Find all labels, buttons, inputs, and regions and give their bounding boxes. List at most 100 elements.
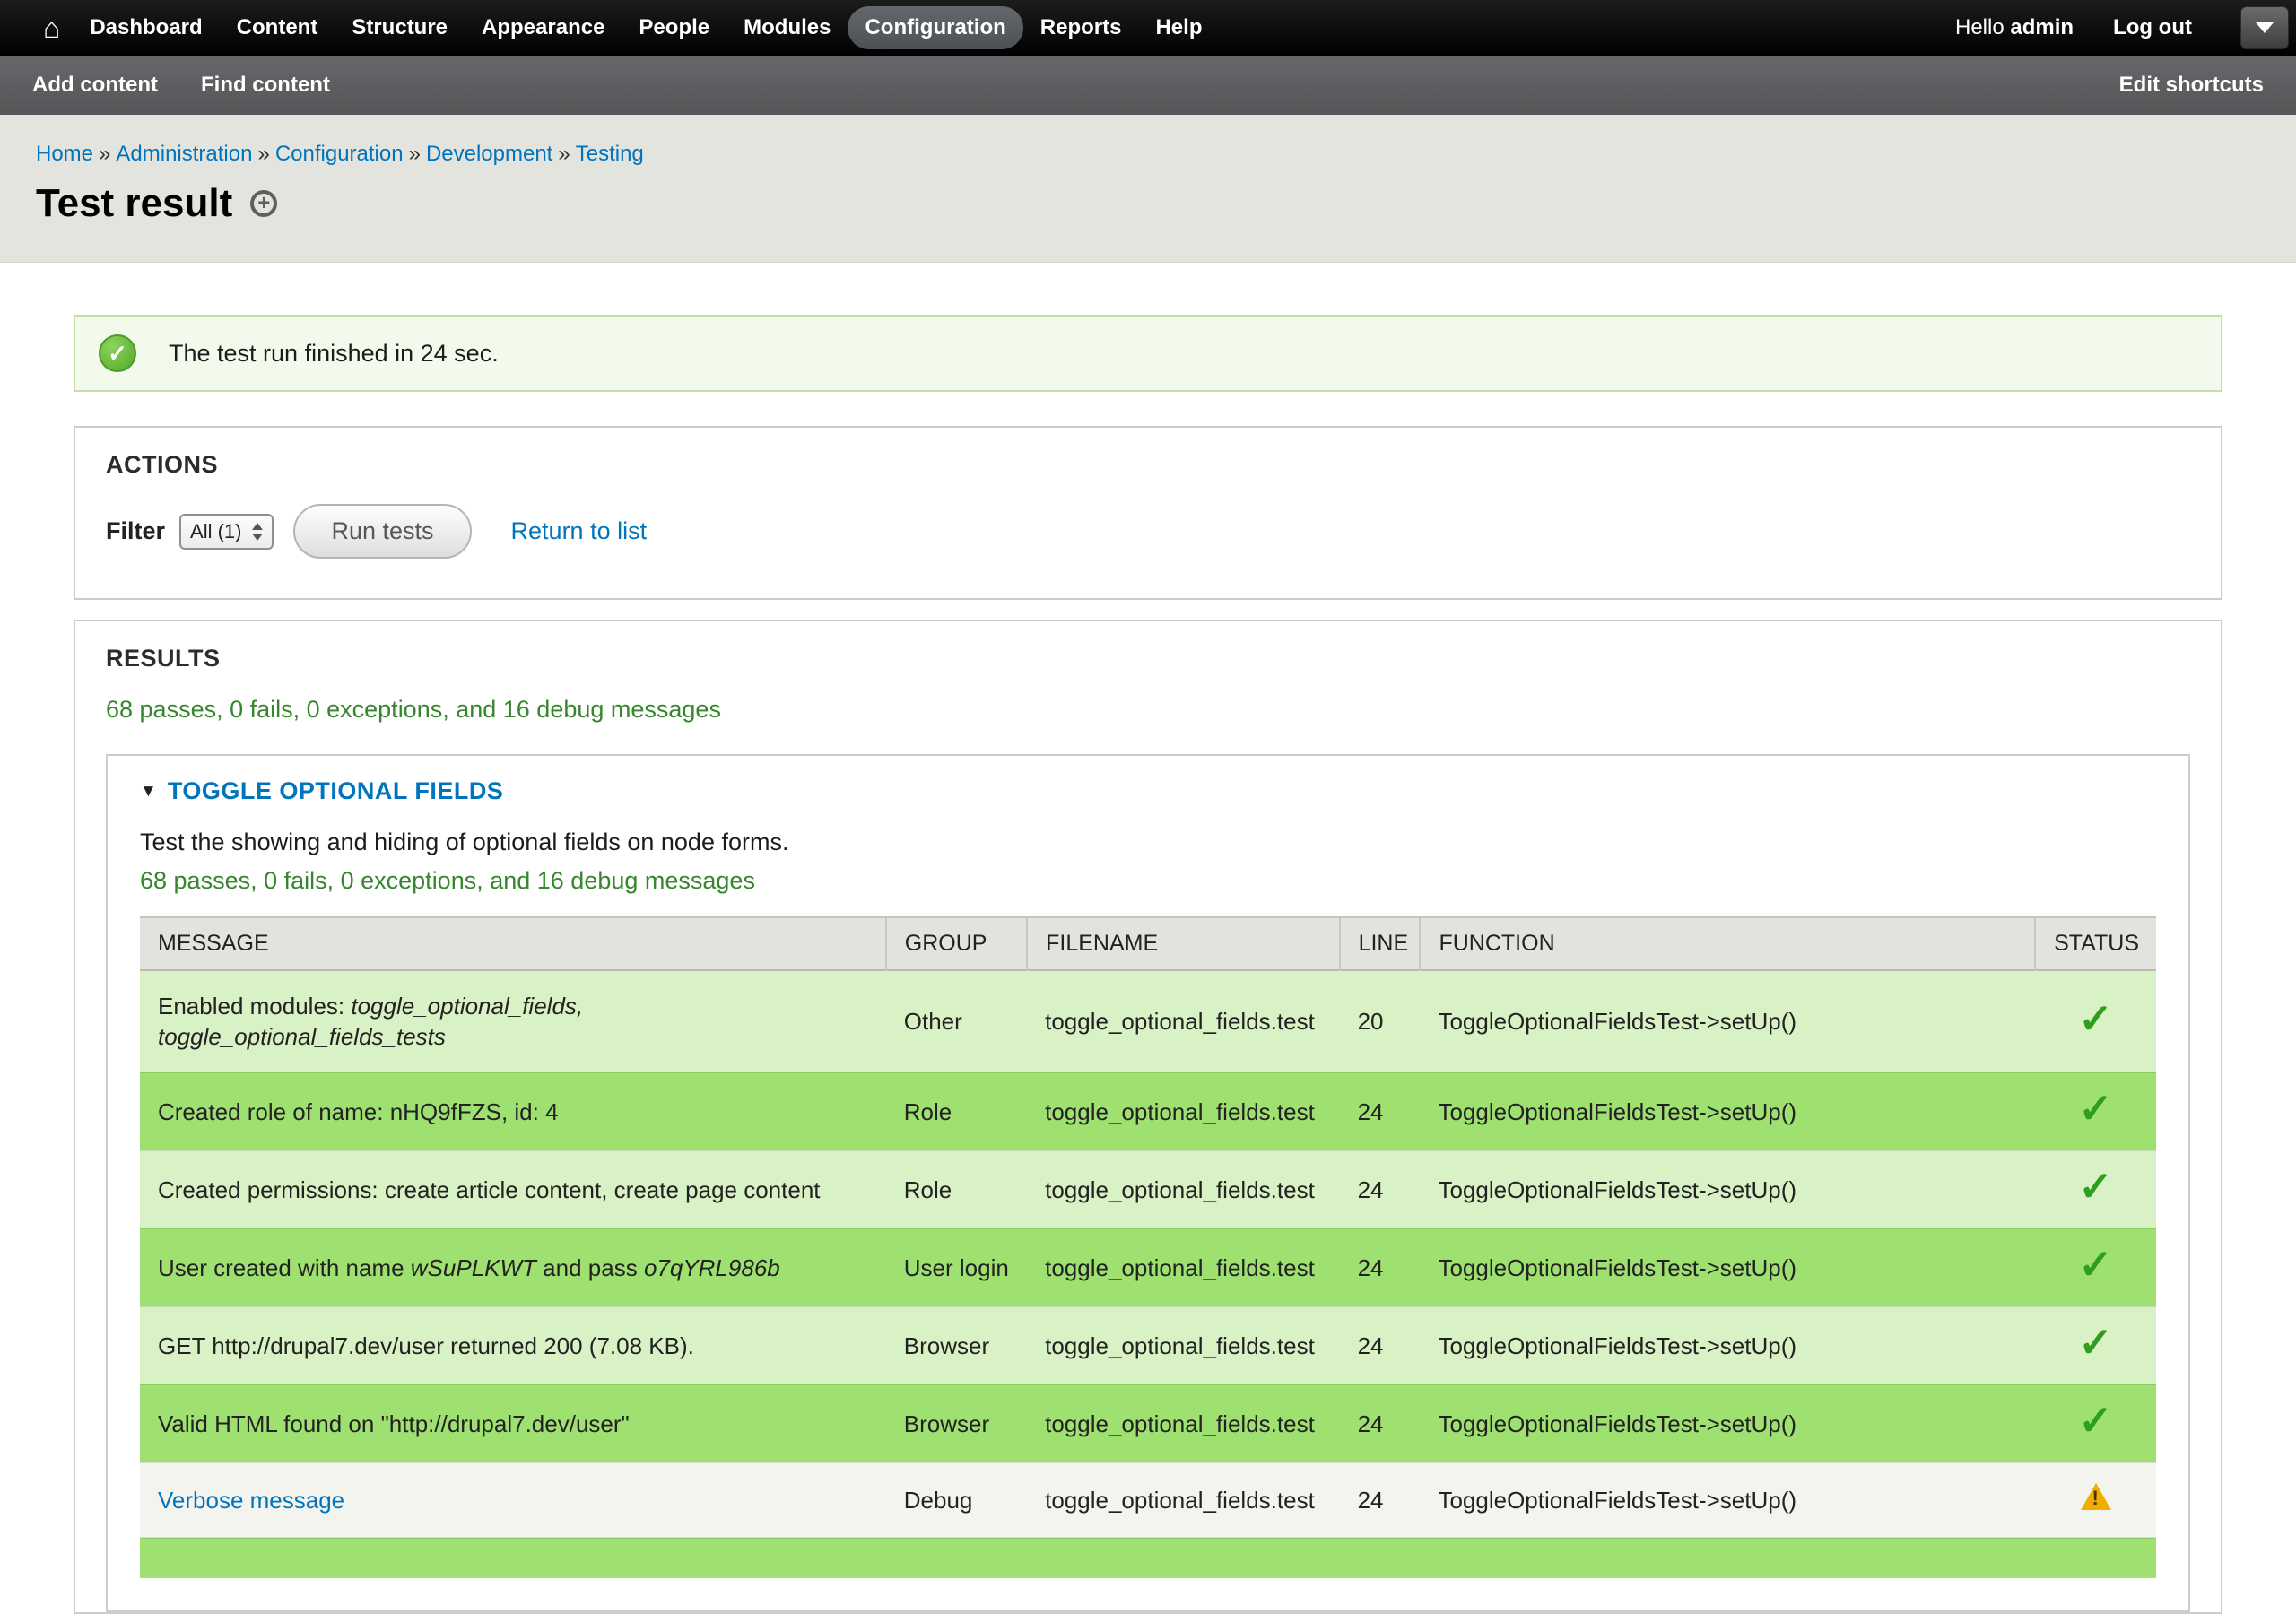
cell-status: ✓: [2035, 1384, 2156, 1462]
toolbar-item-appearance[interactable]: Appearance: [465, 6, 622, 49]
cell-message: GET http://drupal7.dev/user returned 200…: [140, 1306, 886, 1384]
column-header-line: LINE: [1340, 917, 1421, 970]
cell-group: Debug: [886, 1462, 1027, 1538]
admin-toolbar: ⌂ DashboardContentStructureAppearancePeo…: [0, 0, 2296, 56]
toolbar-item-reports[interactable]: Reports: [1023, 6, 1139, 49]
table-row: Enabled modules: toggle_optional_fields,…: [140, 970, 2156, 1072]
cell-status: ✓: [2035, 970, 2156, 1072]
column-header-filename: FILENAME: [1027, 917, 1339, 970]
toolbar-item-modules[interactable]: Modules: [726, 6, 848, 49]
cell-filename: [1027, 1538, 1339, 1578]
select-stepper-icon: [252, 523, 263, 541]
home-icon[interactable]: ⌂: [30, 12, 73, 45]
breadcrumb-link-testing[interactable]: Testing: [576, 142, 644, 166]
cell-line: 24: [1340, 1462, 1421, 1538]
cell-line: [1340, 1538, 1421, 1578]
results-summary: 68 passes, 0 fails, 0 exceptions, and 16…: [106, 696, 2190, 724]
cell-filename: toggle_optional_fields.test: [1027, 970, 1339, 1072]
toolbar-item-help[interactable]: Help: [1138, 6, 1219, 49]
actions-fieldset: ACTIONS Filter All (1) Run tests Return …: [74, 426, 2222, 600]
page-title: Test result: [36, 181, 232, 226]
test-group-summary: 68 passes, 0 fails, 0 exceptions, and 16…: [140, 867, 2156, 895]
toolbar-toggle-button[interactable]: [2240, 6, 2289, 49]
toolbar-item-people[interactable]: People: [622, 6, 726, 49]
cell-group: Browser: [886, 1306, 1027, 1384]
run-tests-button[interactable]: Run tests: [293, 504, 471, 559]
cell-message: Created permissions: create article cont…: [140, 1150, 886, 1228]
actions-legend: ACTIONS: [106, 451, 2190, 479]
verbose-message-link[interactable]: Verbose message: [158, 1487, 344, 1514]
column-header-function: FUNCTION: [1420, 917, 2035, 970]
cell-filename: toggle_optional_fields.test: [1027, 1072, 1339, 1150]
actions-row: Filter All (1) Run tests Return to list: [106, 504, 2190, 559]
pass-check-icon: ✓: [2078, 1085, 2113, 1132]
table-row: [140, 1538, 2156, 1578]
cell-function: ToggleOptionalFieldsTest->setUp(): [1420, 1384, 2035, 1462]
toolbar-item-structure[interactable]: Structure: [335, 6, 465, 49]
cell-filename: toggle_optional_fields.test: [1027, 1306, 1339, 1384]
main-content: ✓ The test run finished in 24 sec. ACTIO…: [0, 315, 2296, 1614]
cell-function: ToggleOptionalFieldsTest->setUp(): [1420, 1228, 2035, 1306]
page-title-row: Test result +: [36, 181, 2260, 226]
cell-status: ✓: [2035, 1306, 2156, 1384]
toolbar-item-configuration[interactable]: Configuration: [848, 6, 1022, 49]
cell-group: [886, 1538, 1027, 1578]
shortcut-link-add-content[interactable]: Add content: [32, 73, 158, 98]
breadcrumb-link-home[interactable]: Home: [36, 142, 93, 166]
table-row: Valid HTML found on "http://drupal7.dev/…: [140, 1384, 2156, 1462]
breadcrumb-link-development[interactable]: Development: [426, 142, 552, 166]
cell-status: ✓: [2035, 1228, 2156, 1306]
cell-status: ✓: [2035, 1150, 2156, 1228]
pass-check-icon: ✓: [2078, 1319, 2113, 1366]
breadcrumb: Home»Administration»Configuration»Develo…: [36, 142, 2260, 167]
toolbar-item-content[interactable]: Content: [220, 6, 335, 49]
cell-line: 24: [1340, 1384, 1421, 1462]
cell-function: ToggleOptionalFieldsTest->setUp(): [1420, 1150, 2035, 1228]
breadcrumb-separator: »: [552, 142, 575, 166]
cell-line: 24: [1340, 1150, 1421, 1228]
edit-shortcuts-link[interactable]: Edit shortcuts: [2119, 73, 2264, 98]
cell-message: Valid HTML found on "http://drupal7.dev/…: [140, 1384, 886, 1462]
results-table: MESSAGEGROUPFILENAMELINEFUNCTIONSTATUS E…: [140, 916, 2156, 1578]
page-header: Home»Administration»Configuration»Develo…: [0, 115, 2296, 263]
breadcrumb-link-configuration[interactable]: Configuration: [275, 142, 404, 166]
username: admin: [2010, 15, 2074, 39]
toolbar-item-dashboard[interactable]: Dashboard: [73, 6, 219, 49]
breadcrumb-link-administration[interactable]: Administration: [116, 142, 252, 166]
shortcut-links: Add content Find content: [32, 73, 330, 98]
column-header-message: MESSAGE: [140, 917, 886, 970]
results-legend: RESULTS: [106, 645, 2190, 672]
cell-function: [1420, 1538, 2035, 1578]
collapse-triangle-icon: ▼: [140, 782, 157, 802]
cell-message: User created with name wSuPLKWT and pass…: [140, 1228, 886, 1306]
pass-check-icon: ✓: [2078, 1241, 2113, 1288]
test-group-title-link[interactable]: TOGGLE OPTIONAL FIELDS: [168, 777, 504, 805]
toolbar-menu: DashboardContentStructureAppearancePeopl…: [73, 6, 1219, 49]
logout-link[interactable]: Log out: [2113, 15, 2192, 40]
column-header-status: STATUS: [2035, 917, 2156, 970]
cell-status: [2035, 1462, 2156, 1538]
cell-group: User login: [886, 1228, 1027, 1306]
cell-filename: toggle_optional_fields.test: [1027, 1384, 1339, 1462]
breadcrumb-separator: »: [252, 142, 274, 166]
cell-group: Browser: [886, 1384, 1027, 1462]
results-table-body: Enabled modules: toggle_optional_fields,…: [140, 970, 2156, 1578]
table-row: User created with name wSuPLKWT and pass…: [140, 1228, 2156, 1306]
breadcrumb-separator: »: [93, 142, 116, 166]
chevron-down-icon: [2256, 22, 2274, 33]
results-table-head-row: MESSAGEGROUPFILENAMELINEFUNCTIONSTATUS: [140, 917, 2156, 970]
add-shortcut-icon[interactable]: +: [250, 190, 277, 217]
shortcut-link-find-content[interactable]: Find content: [201, 73, 330, 98]
filter-select[interactable]: All (1): [179, 514, 274, 550]
cell-group: Role: [886, 1072, 1027, 1150]
breadcrumb-separator: »: [404, 142, 426, 166]
cell-filename: toggle_optional_fields.test: [1027, 1462, 1339, 1538]
return-to-list-link[interactable]: Return to list: [511, 517, 648, 545]
cell-line: 24: [1340, 1306, 1421, 1384]
cell-function: ToggleOptionalFieldsTest->setUp(): [1420, 1306, 2035, 1384]
cell-message: Created role of name: nHQ9fFZS, id: 4: [140, 1072, 886, 1150]
column-header-group: GROUP: [886, 917, 1027, 970]
cell-message: Enabled modules: toggle_optional_fields,…: [140, 970, 886, 1072]
cell-line: 24: [1340, 1228, 1421, 1306]
status-message-text: The test run finished in 24 sec.: [169, 340, 499, 368]
